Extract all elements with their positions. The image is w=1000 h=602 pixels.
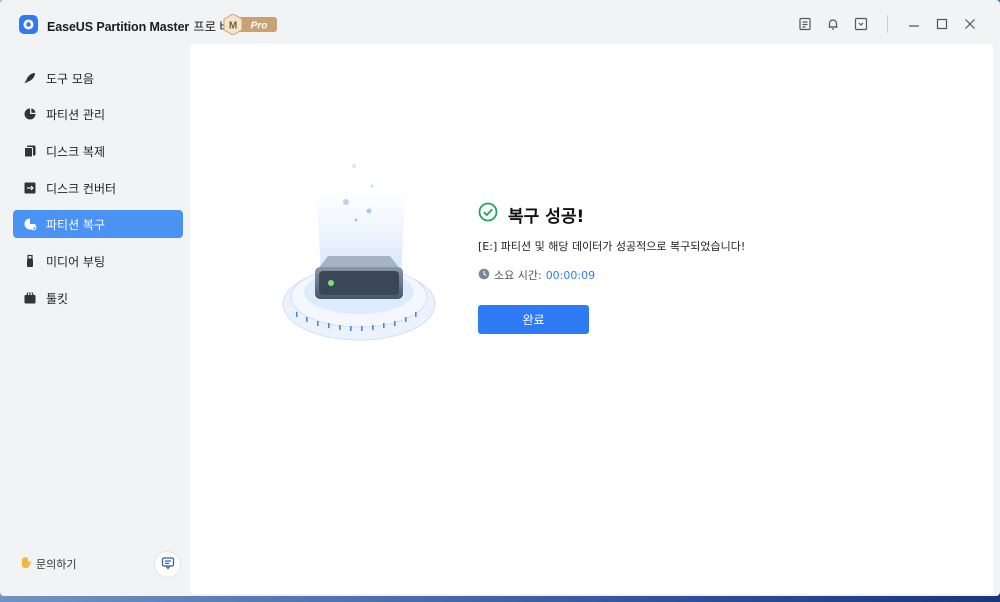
app-name: EaseUS Partition Master (47, 20, 190, 34)
sidebar-item-label: 파티션 복구 (46, 217, 106, 232)
contact-link[interactable]: 문의하기 (19, 555, 76, 572)
main-content: 복구 성공! [E:] 파티션 및 해당 데이터가 성공적으로 복구되었습니다!… (190, 44, 993, 594)
result-title: 복구 성공! (478, 202, 584, 227)
feedback-button[interactable] (154, 551, 181, 578)
elapsed-time: 소요 시간: 00:00:09 (478, 267, 595, 283)
clone-icon (22, 144, 37, 159)
convert-icon (22, 181, 37, 196)
sidebar-item-label: 디스크 컨버터 (46, 181, 117, 196)
sidebar-item-toolbox[interactable]: 도구 모음 (13, 64, 183, 92)
notes-icon[interactable] (791, 10, 819, 38)
disk-recovery-illustration (276, 154, 446, 354)
app-logo-icon (19, 15, 38, 34)
titlebar-controls (791, 0, 1000, 48)
elapsed-value: 00:00:09 (545, 268, 596, 282)
app-window: EaseUS Partition Master 프로 버전 M Pro 도구 모… (0, 0, 1000, 596)
done-button[interactable]: 완료 (478, 305, 589, 334)
result-message: [E:] 파티션 및 해당 데이터가 성공적으로 복구되었습니다! (478, 240, 746, 253)
sidebar-item-partition-recovery[interactable]: 파티션 복구 (13, 210, 183, 238)
bell-icon[interactable] (819, 10, 847, 38)
titlebar: EaseUS Partition Master 프로 버전 M Pro (0, 0, 1000, 48)
sidebar-item-label: 미디어 부팅 (46, 254, 106, 269)
sidebar-item-label: 도구 모음 (46, 71, 94, 86)
pie-chart-icon (22, 107, 37, 122)
pro-badge-text: Pro (251, 21, 268, 32)
download-icon[interactable] (847, 10, 875, 38)
sidebar-item-disk-converter[interactable]: 디스크 컨버터 (13, 174, 183, 202)
contact-label: 문의하기 (36, 557, 77, 571)
pro-badge-letter: M (229, 21, 237, 32)
minimize-icon[interactable] (900, 10, 928, 38)
maximize-icon[interactable] (928, 10, 956, 38)
titlebar-divider (887, 15, 888, 33)
sidebar-item-bootable-media[interactable]: 미디어 부팅 (13, 247, 183, 275)
clock-icon (478, 268, 490, 283)
rocket-icon (22, 71, 37, 86)
recovery-icon (22, 217, 37, 232)
waving-hand-icon (19, 555, 33, 572)
sidebar-item-disk-clone[interactable]: 디스크 복제 (13, 137, 183, 165)
sidebar-item-partition-manager[interactable]: 파티션 관리 (13, 100, 183, 128)
sidebar: 도구 모음 파티션 관리 디스크 복제 디스크 컨버터 파티션 복구 미디어 부… (0, 48, 190, 596)
pro-badge: M Pro (223, 13, 279, 36)
sidebar-item-label: 툴킷 (46, 291, 69, 306)
chat-icon (161, 555, 175, 574)
sidebar-item-label: 디스크 복제 (46, 144, 106, 159)
sidebar-item-toolkit[interactable]: 툴킷 (13, 284, 183, 312)
usb-icon (22, 254, 37, 269)
toolkit-icon (22, 291, 37, 306)
success-check-icon (478, 202, 498, 227)
elapsed-label: 소요 시간: (494, 269, 542, 282)
app-title: EaseUS Partition Master 프로 버전 (47, 16, 242, 35)
sidebar-item-label: 파티션 관리 (46, 107, 106, 122)
result-title-text: 복구 성공! (508, 207, 585, 227)
close-icon[interactable] (956, 10, 984, 38)
